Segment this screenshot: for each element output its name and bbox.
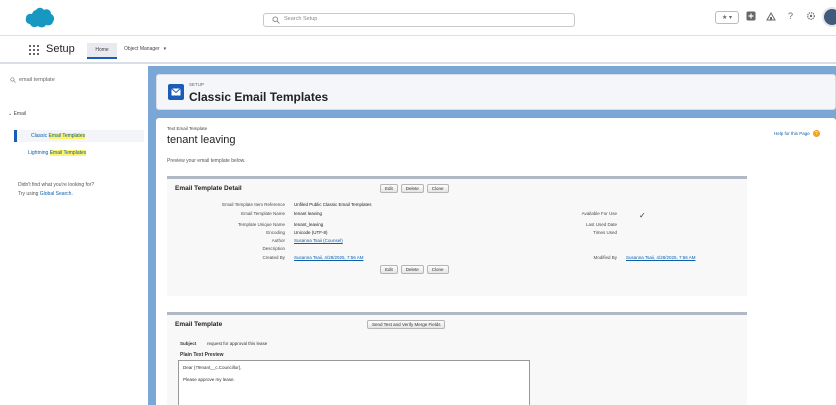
field-value: tenant leaving <box>294 211 323 216</box>
preview-label: Plain Text Preview <box>180 352 224 358</box>
help-text-prefix: Try using <box>18 191 40 197</box>
tab-object-manager[interactable]: Object Manager ▾ <box>124 46 166 52</box>
field-value: tenant_leaving <box>294 222 324 227</box>
help-icon: ? <box>812 130 820 137</box>
app-nav-bar: Setup Home Object Manager ▾ <box>0 36 836 64</box>
section-title: Email Template <box>175 321 223 328</box>
template-description: Preview your email template below. <box>167 158 246 164</box>
email-template-section: Email Template Send Test and Verify Merg… <box>167 312 747 405</box>
detail-buttons-bottom: Edit Delete Clone <box>380 265 449 274</box>
help-link-label: Help for this Page <box>774 131 810 136</box>
field-label: Available For Use <box>581 211 617 216</box>
help-icon[interactable]: ? <box>785 10 796 21</box>
section-title: Email Template Detail <box>175 185 242 192</box>
field-label: Description <box>262 246 285 251</box>
field-label: Email Template Item Reference <box>222 202 285 207</box>
field-label: Template Unique Name <box>237 222 285 227</box>
email-icon <box>168 84 184 100</box>
chevron-down-icon: ▾ <box>163 46 167 52</box>
page-kicker: SETUP <box>189 82 205 87</box>
global-header: Search Setup ★ ▾ ? <box>0 0 836 36</box>
quick-find-input[interactable]: email template <box>10 77 55 83</box>
add-icon[interactable] <box>745 10 756 21</box>
created-by-link[interactable]: Susanna Tsaii, 4/28/2025, 7:56 AM <box>294 255 363 260</box>
tree-section-label: Email <box>13 111 27 117</box>
preview-line: Please approve my lease. <box>183 377 235 383</box>
help-text: Didn't find what you're looking for? <box>18 182 95 188</box>
main-content: SETUP Classic Email Templates Text Email… <box>148 66 836 405</box>
modified-by-link[interactable]: Susanna Tsaii, 4/28/2025, 7:56 AM <box>626 255 695 260</box>
app-launcher-icon[interactable] <box>29 45 39 55</box>
trailhead-icon[interactable] <box>765 10 776 21</box>
field-label: Last Used Date <box>585 222 617 227</box>
field-label: Author <box>271 238 285 243</box>
sidebar-item-label: Lightning <box>28 150 50 156</box>
field-value: Unfiled Public Classic Email Templates <box>294 202 372 207</box>
edit-button[interactable]: Edit <box>380 184 398 193</box>
favorites-button[interactable]: ★ ▾ <box>715 11 739 24</box>
sidebar-item-classic-email-templates[interactable]: Classic Email Templates <box>14 130 144 142</box>
delete-button[interactable]: Delete <box>400 184 424 193</box>
app-name: Setup <box>46 43 75 55</box>
quick-find-value: email template <box>19 77 55 83</box>
sidebar-item-lightning-email-templates[interactable]: Lightning Email Templates <box>28 150 87 156</box>
tab-object-manager-label: Object Manager <box>124 46 160 52</box>
author-link[interactable]: Susanna Tsaii (Counsel) <box>294 238 343 243</box>
detail-buttons-top: Edit Delete Clone <box>380 184 449 193</box>
page-header: SETUP Classic Email Templates <box>156 74 836 110</box>
search-highlight: Email Templates <box>49 150 87 156</box>
checkmark-icon: ✓ <box>639 211 646 220</box>
help-text-line-2: Try using Global Search. <box>18 191 73 197</box>
send-test-button[interactable]: Send Test and Verify Merge Fields <box>367 320 446 329</box>
delete-button[interactable]: Delete <box>400 265 424 274</box>
search-placeholder: Search Setup <box>284 16 318 22</box>
gear-icon[interactable] <box>805 10 816 21</box>
field-value: Unicode (UTF-8) <box>294 230 328 235</box>
subject-label: Subject <box>180 341 197 346</box>
setup-sidebar: email template ⌄ Email Classic Email Tem… <box>0 66 148 405</box>
preview-line: Dear {!Tenant__c.Councillor}, <box>183 365 242 370</box>
field-label: Encoding <box>266 230 285 235</box>
sidebar-item-label: Classic <box>31 133 49 139</box>
global-search-link[interactable]: Global Search. <box>40 191 73 197</box>
plain-text-preview[interactable]: Dear {!Tenant__c.Councillor}, Please app… <box>178 360 530 405</box>
edit-button[interactable]: Edit <box>380 265 398 274</box>
subject-value: request for approval this lease <box>207 341 268 346</box>
email-template-detail: Email Template Detail Edit Delete Clone … <box>167 176 747 296</box>
field-label: Times Used <box>593 230 617 235</box>
search-highlight: Email Templates <box>48 133 86 139</box>
template-panel: Text Email Template tenant leaving Previ… <box>156 118 836 405</box>
clone-button[interactable]: Clone <box>426 265 449 274</box>
search-icon <box>272 16 280 24</box>
search-icon <box>10 77 16 83</box>
field-label: Modified By <box>593 255 617 260</box>
field-label: Email Template Name <box>241 211 285 216</box>
help-for-this-page-link[interactable]: Help for this Page ? <box>774 130 820 137</box>
template-name: tenant leaving <box>167 134 236 146</box>
tab-home[interactable]: Home <box>87 43 117 59</box>
salesforce-logo-icon[interactable] <box>22 6 56 30</box>
search-input[interactable]: Search Setup <box>263 13 575 27</box>
page-title: Classic Email Templates <box>189 90 329 104</box>
avatar[interactable] <box>822 7 836 27</box>
template-type: Text Email Template <box>167 126 208 131</box>
tree-section-email[interactable]: ⌄ Email <box>8 111 26 117</box>
field-label: Created By <box>262 255 285 260</box>
clone-button[interactable]: Clone <box>426 184 449 193</box>
